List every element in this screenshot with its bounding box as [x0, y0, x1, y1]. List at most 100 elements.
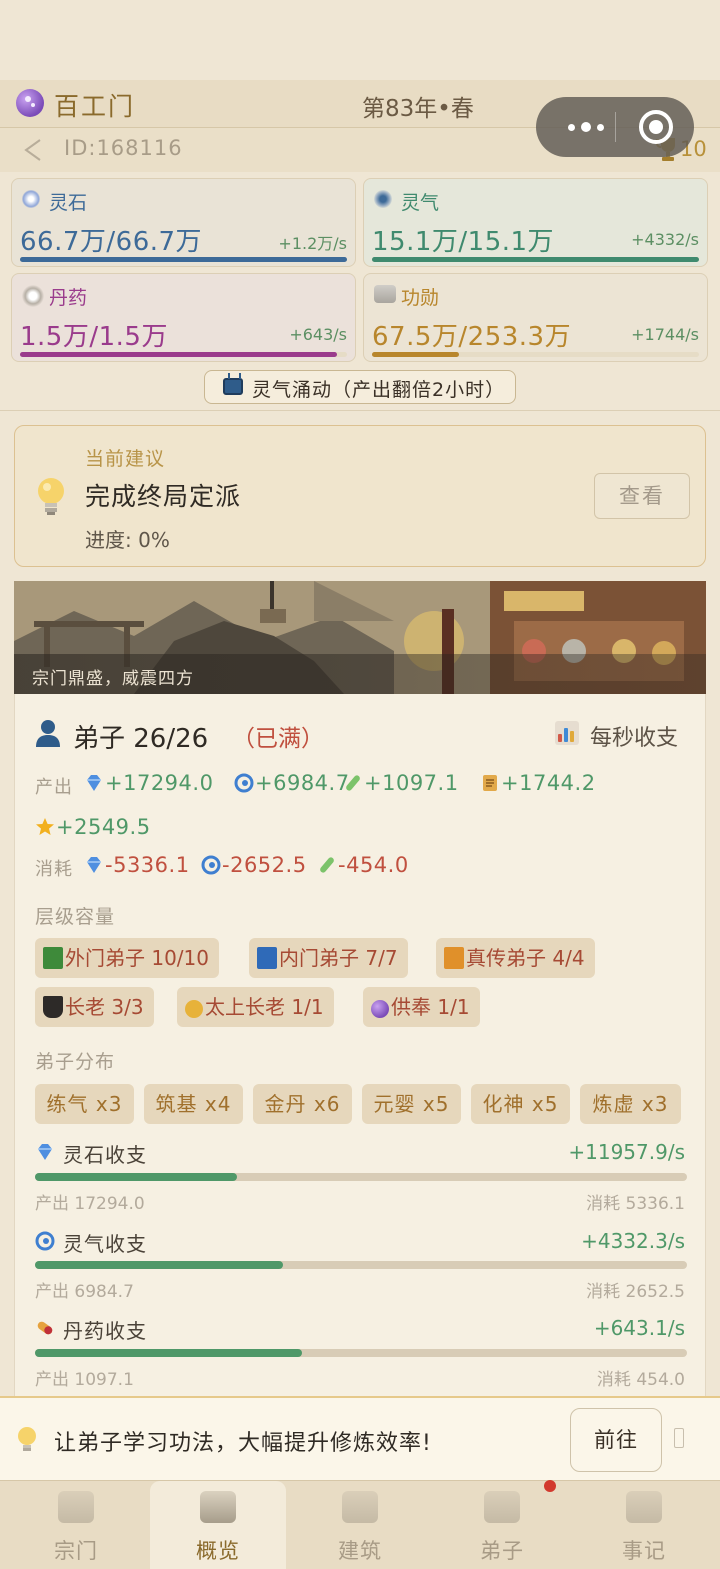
disciple-count-title: 弟子 26/26	[73, 724, 209, 754]
swirl-icon	[201, 855, 221, 875]
consume-lingshi-value: -5336.1	[105, 853, 190, 877]
resource-rate: +1.2万/s	[278, 234, 347, 253]
sect-building-icon	[58, 1491, 94, 1523]
consume-danyao: -454.0	[317, 853, 409, 877]
spirit-surge-button[interactable]: 灵气涌动（产出翻倍2小时）	[204, 370, 516, 404]
lightbulb-icon	[38, 478, 64, 515]
output-star: +2549.5	[35, 815, 151, 839]
tier-chip-label: 太上长老 1/1	[205, 995, 324, 1019]
resource-card-lingshi[interactable]: 灵石 66.7万/66.7万 +1.2万/s	[11, 178, 356, 267]
bar-chart-icon[interactable]	[555, 721, 579, 745]
realm-chip: 炼虚 x3	[580, 1084, 681, 1124]
disciple-distribution-label: 弟子分布	[35, 1051, 116, 1073]
flow-bar-fill	[35, 1261, 283, 1269]
output-lingshi-value: +17294.0	[105, 771, 214, 795]
pill-icon	[22, 285, 44, 307]
disciple-full-label: （已满）	[232, 726, 324, 752]
tab-sect[interactable]: 宗门	[8, 1481, 144, 1569]
resource-value: 66.7万/66.7万	[20, 227, 203, 257]
output-gongxun-value: +1744.2	[501, 771, 596, 795]
swirl-icon	[234, 773, 254, 793]
output-lingqi-value: +6984.7	[255, 771, 350, 795]
suggestion-title: 完成终局定派	[85, 482, 242, 511]
flow-rate: +643.1/s	[593, 1316, 685, 1340]
flow-name: 丹药收支	[63, 1319, 147, 1343]
realm-chip: 元婴 x5	[362, 1084, 461, 1124]
tab-disciples[interactable]: 弟子	[434, 1481, 570, 1569]
more-dots-icon[interactable]	[554, 111, 618, 143]
swirl-icon	[35, 1231, 55, 1251]
flow-rate: +4332.3/s	[581, 1229, 685, 1253]
scroll-icon	[483, 775, 497, 791]
resource-bar	[372, 352, 699, 357]
tier-chip-patron: 供奉 1/1	[363, 987, 480, 1027]
flow-consume: 消耗 5336.1	[586, 1194, 685, 1214]
flow-consume: 消耗 454.0	[596, 1370, 685, 1390]
consume-lingshi: -5336.1	[84, 853, 190, 877]
back-arrow-icon[interactable]	[22, 138, 44, 162]
output-label: 产出	[35, 777, 73, 798]
flow-bar	[35, 1261, 687, 1269]
resource-bar	[20, 257, 347, 262]
flow-bar	[35, 1349, 687, 1357]
tab-label: 弟子	[480, 1539, 524, 1563]
bottom-tab-bar: 宗门 概览 建筑 弟子 事记	[0, 1480, 720, 1569]
disciples-panel: 弟子 26/26 （已满） 每秒收支 产出 +17294.0 +6984.7 +…	[14, 694, 706, 1396]
resource-card-danyao[interactable]: 丹药 1.5万/1.5万 +643/s	[11, 273, 356, 362]
resource-card-lingqi[interactable]: 灵气 15.1万/15.1万 +4332/s	[363, 178, 708, 267]
sect-name: 百工门	[54, 92, 136, 121]
flow-output: 产出 6984.7	[35, 1282, 134, 1302]
view-suggestion-button[interactable]: 查看	[594, 473, 690, 519]
consume-lingqi: -2652.5	[201, 853, 307, 877]
tier-chip-label: 长老 3/3	[65, 995, 144, 1019]
notification-dot	[544, 1480, 556, 1492]
tab-label: 事记	[622, 1539, 666, 1563]
merit-scroll-icon	[374, 285, 396, 303]
diamond-icon	[87, 857, 101, 873]
status-area	[0, 0, 720, 80]
suggestion-card: 当前建议 完成终局定派 进度: 0% 查看	[14, 425, 706, 567]
resource-bar-fill	[372, 352, 459, 357]
tier-chip-label: 真传弟子 4/4	[466, 946, 585, 970]
tier-chip-elder: 长老 3/3	[35, 987, 154, 1027]
close-miniprogram-icon[interactable]	[639, 110, 673, 144]
consume-label: 消耗	[35, 859, 73, 880]
capsule-divider	[615, 112, 616, 142]
orange-book-icon	[444, 947, 464, 969]
output-danyao: +1097.1	[343, 771, 459, 795]
green-book-icon	[43, 947, 63, 969]
go-button[interactable]: 前往	[570, 1408, 662, 1472]
tab-overview[interactable]: 概览	[150, 1481, 286, 1569]
tip-close-icon[interactable]	[674, 1428, 684, 1448]
sect-orb-icon	[16, 89, 44, 117]
game-date: 第83年•春	[362, 96, 474, 122]
disciple-figure-icon	[484, 1491, 520, 1523]
flow-output: 产出 17294.0	[35, 1194, 145, 1214]
resource-card-gongxun[interactable]: 功勋 67.5万/253.3万 +1744/s	[363, 273, 708, 362]
spirit-energy-icon	[374, 190, 392, 208]
tab-label: 概览	[196, 1539, 240, 1563]
tier-chip-label: 外门弟子 10/10	[65, 946, 209, 970]
tier-capacity-label: 层级容量	[35, 906, 116, 928]
medal-icon	[185, 1000, 203, 1018]
consume-danyao-value: -454.0	[338, 853, 409, 877]
output-lingqi: +6984.7	[234, 771, 350, 795]
per-second-stats-link[interactable]: 每秒收支	[590, 720, 678, 752]
resource-value: 1.5万/1.5万	[20, 322, 168, 352]
resource-name: 功勋	[401, 287, 440, 309]
resource-name: 灵石	[49, 192, 88, 214]
lightbulb-icon	[18, 1427, 36, 1451]
tier-chip-true: 真传弟子 4/4	[436, 938, 595, 978]
tab-buildings[interactable]: 建筑	[292, 1481, 428, 1569]
flow-output: 产出 1097.1	[35, 1370, 134, 1390]
tier-chip-label: 供奉 1/1	[391, 995, 470, 1019]
tv-icon	[223, 378, 243, 395]
tab-records[interactable]: 事记	[576, 1481, 712, 1569]
flow-rate: +11957.9/s	[568, 1140, 685, 1164]
resource-name: 丹药	[49, 287, 88, 309]
output-danyao-value: +1097.1	[364, 771, 459, 795]
tier-chip-inner: 内门弟子 7/7	[249, 938, 408, 978]
flow-bar-fill	[35, 1173, 238, 1181]
tip-text: 让弟子学习功法，大幅提升修炼效率!	[54, 1431, 432, 1456]
resource-rate: +643/s	[289, 325, 347, 344]
